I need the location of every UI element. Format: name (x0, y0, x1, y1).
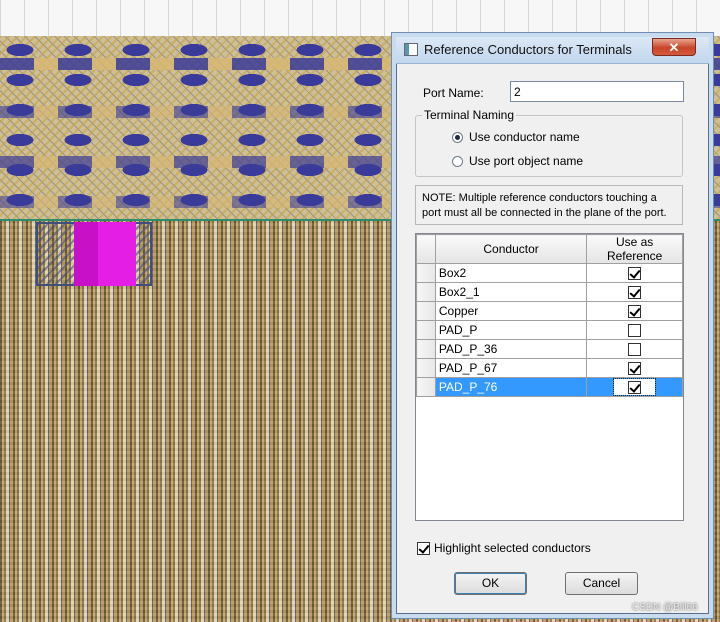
port-name-label: Port Name: (423, 86, 484, 100)
port-name-input[interactable] (510, 81, 684, 102)
window-icon (404, 43, 418, 56)
highlight-selected-label[interactable]: Highlight selected conductors (434, 541, 591, 555)
table-row[interactable]: PAD_P_67 (416, 358, 683, 378)
row-header[interactable] (416, 377, 436, 397)
table-row[interactable]: PAD_P (416, 320, 683, 340)
conductor-name[interactable]: Copper (434, 301, 588, 321)
grid-corner-cell (416, 234, 436, 264)
column-header-conductor[interactable]: Conductor (434, 234, 588, 264)
table-row[interactable]: Copper (416, 301, 683, 321)
use-as-reference-checkbox[interactable] (628, 324, 642, 338)
table-row-selected[interactable]: PAD_P_76 (416, 377, 683, 397)
column-header-use-as-reference[interactable]: Use as Reference (586, 234, 683, 264)
conductor-name[interactable]: PAD_P_67 (434, 358, 588, 378)
dialog-titlebar[interactable]: Reference Conductors for Terminals ✕ (396, 37, 709, 64)
terminal-naming-legend: Terminal Naming (422, 108, 517, 122)
reference-conductors-dialog: Reference Conductors for Terminals ✕ Por… (396, 37, 709, 614)
row-header[interactable] (416, 282, 436, 302)
row-header[interactable] (416, 301, 436, 321)
conductor-name[interactable]: Box2_1 (434, 282, 588, 302)
row-header[interactable] (416, 263, 436, 283)
radio-use-port-object-name[interactable] (452, 156, 463, 167)
radio-use-conductor-name[interactable] (452, 132, 463, 143)
conductor-grid[interactable]: Conductor Use as Reference Box2 Box2_1 C… (415, 233, 684, 521)
watermark: CSDN @Bill66 (632, 602, 698, 613)
table-row[interactable]: Box2 (416, 263, 683, 283)
use-as-reference-checkbox[interactable] (628, 343, 642, 357)
note-text: NOTE: Multiple reference conductors touc… (415, 185, 683, 225)
highlighted-port-face (74, 222, 98, 286)
conductor-name[interactable]: PAD_P_36 (434, 339, 588, 359)
table-row[interactable]: PAD_P_36 (416, 339, 683, 359)
close-button[interactable]: ✕ (652, 38, 696, 56)
highlight-selected-checkbox[interactable] (417, 542, 430, 555)
viewport-top-grid (0, 0, 720, 36)
use-port-object-name-label[interactable]: Use port object name (469, 154, 583, 168)
grid-header-row: Conductor Use as Reference (416, 234, 683, 264)
use-conductor-name-label[interactable]: Use conductor name (469, 130, 580, 144)
use-as-reference-checkbox[interactable] (628, 267, 642, 281)
ok-button[interactable]: OK (454, 572, 527, 595)
use-as-reference-checkbox[interactable] (628, 305, 642, 319)
row-header[interactable] (416, 339, 436, 359)
conductor-name[interactable]: Box2 (434, 263, 588, 283)
conductor-name[interactable]: PAD_P (434, 320, 588, 340)
use-as-reference-checkbox[interactable] (628, 286, 642, 300)
cancel-button[interactable]: Cancel (565, 572, 638, 595)
row-header[interactable] (416, 320, 436, 340)
use-as-reference-checkbox[interactable] (628, 362, 642, 376)
row-header[interactable] (416, 358, 436, 378)
table-row[interactable]: Box2_1 (416, 282, 683, 302)
conductor-name[interactable]: PAD_P_76 (434, 377, 588, 397)
terminal-naming-group: Terminal Naming Use conductor name Use p… (415, 108, 683, 177)
dialog-title: Reference Conductors for Terminals (424, 42, 632, 57)
use-as-reference-checkbox[interactable] (628, 381, 642, 395)
